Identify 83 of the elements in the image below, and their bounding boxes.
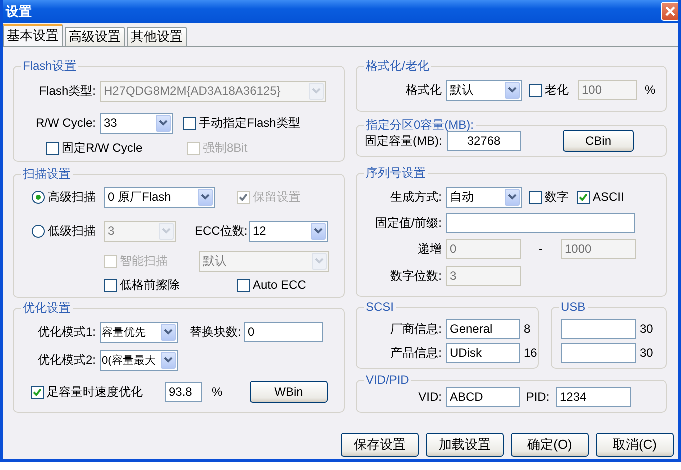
text-field[interactable]: 1234: [556, 387, 631, 407]
dropdown[interactable]: 0(容量最大: [100, 350, 178, 370]
field-label: 厂商信息:: [390, 320, 442, 338]
checkbox[interactable]: [104, 278, 117, 292]
length-label: 30: [640, 322, 654, 336]
range-separator: -: [538, 242, 544, 256]
checkbox-label: 智能扫描: [120, 252, 168, 270]
field-label: 优化模式1:: [36, 324, 96, 340]
checkbox[interactable]: [577, 190, 590, 204]
tab[interactable]: 基本设置: [3, 24, 63, 46]
checkbox[interactable]: [183, 116, 196, 130]
checkbox-label: Auto ECC: [253, 278, 306, 292]
group-title: 序列号设置: [364, 166, 428, 180]
text-field[interactable]: ABCD: [446, 387, 520, 407]
text-field[interactable]: 0: [244, 322, 323, 342]
field-label: VID:: [418, 390, 442, 404]
dialog-button[interactable]: 取消(C): [596, 433, 674, 457]
text-field[interactable]: [561, 343, 636, 363]
field-label: 数字位数:: [390, 268, 442, 284]
checkbox[interactable]: [31, 386, 44, 398]
text-field[interactable]: 93.8: [165, 382, 202, 402]
checkbox-label: 数字: [545, 188, 569, 206]
length-label: 16: [524, 346, 538, 360]
cbin-button[interactable]: CBin: [563, 130, 634, 152]
text-field[interactable]: General: [446, 319, 520, 339]
checkbox[interactable]: [529, 190, 542, 204]
text-field[interactable]: 32768: [447, 131, 521, 151]
checkbox-label: 老化: [545, 82, 569, 98]
field-label: 固定容量(MB):: [365, 132, 444, 150]
text-field[interactable]: [446, 213, 635, 233]
text-field[interactable]: UDisk: [446, 343, 520, 363]
text-field[interactable]: [561, 319, 636, 339]
checkbox-label: ASCII: [593, 190, 624, 204]
field-label: PID:: [525, 390, 551, 404]
dialog-button[interactable]: 加载设置: [426, 433, 504, 457]
field-label: 产品信息:: [390, 344, 442, 362]
wbin-button[interactable]: WBin: [250, 381, 328, 403]
dropdown[interactable]: 默认: [446, 80, 522, 100]
group-title: USB: [559, 300, 588, 314]
field-label: Flash类型:: [38, 82, 96, 100]
checkbox[interactable]: [237, 278, 250, 292]
dropdown[interactable]: 自动: [446, 186, 522, 208]
field-label: 格式化: [405, 82, 442, 98]
field-label: R/W Cycle:: [35, 116, 96, 130]
checkbox-label: 低格前擦除: [120, 276, 180, 294]
tab[interactable]: 高级设置: [65, 27, 125, 46]
field-label: 优化模式2:: [36, 352, 96, 368]
checkbox-label: 强制8Bit: [203, 140, 248, 156]
close-icon[interactable]: [661, 2, 678, 21]
checkbox[interactable]: [46, 142, 59, 154]
dialog-button[interactable]: 保存设置: [341, 433, 419, 457]
field-label: 固定值/前缀:: [374, 214, 442, 232]
dropdown[interactable]: 0 原厂Flash: [104, 186, 215, 208]
dropdown[interactable]: 容量优先: [100, 322, 178, 342]
radio-label: 低级扫描: [48, 222, 96, 240]
unit-label: %: [212, 385, 224, 399]
checkbox-label: 保留设置: [253, 188, 301, 206]
group-title: 指定分区0容量(MB):: [364, 118, 476, 132]
radio-button[interactable]: [32, 190, 45, 204]
checkbox-label: 手动指定Flash类型: [199, 114, 300, 132]
dialog-button[interactable]: 确定(O): [511, 433, 589, 457]
group-title: 优化设置: [21, 301, 73, 315]
radio-button[interactable]: [32, 224, 45, 238]
field-label: 生成方式:: [390, 188, 442, 206]
window-title: 设置: [6, 2, 32, 20]
group-title: 扫描设置: [21, 167, 73, 181]
group-title: Flash设置: [21, 59, 78, 73]
field-label: ECC位数:: [195, 222, 249, 240]
field-label: 替换块数:: [190, 324, 242, 340]
length-label: 30: [640, 346, 654, 360]
field-label: 递增: [417, 240, 442, 258]
checkbox-label: 足容量时速度优化: [47, 384, 143, 400]
dropdown[interactable]: 33: [100, 112, 173, 134]
unit-label: %: [645, 83, 656, 97]
checkbox-label: 固定R/W Cycle: [62, 140, 143, 156]
group-title: 格式化/老化: [364, 59, 432, 73]
group-title: VID/PID: [364, 373, 412, 387]
checkbox[interactable]: [529, 84, 542, 96]
tab[interactable]: 其他设置: [127, 27, 187, 46]
radio-label: 高级扫描: [48, 188, 96, 206]
length-label: 8: [524, 322, 531, 336]
dropdown[interactable]: 12: [249, 220, 328, 242]
group-title: SCSI: [364, 300, 396, 314]
